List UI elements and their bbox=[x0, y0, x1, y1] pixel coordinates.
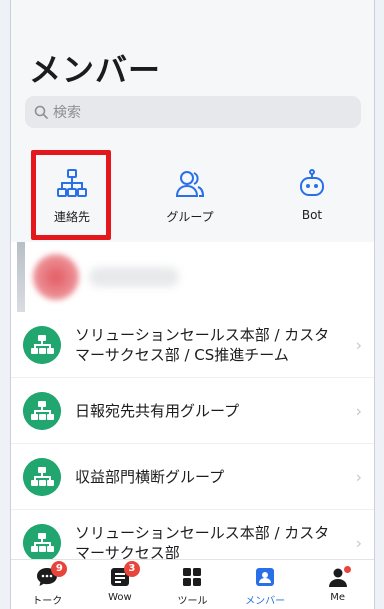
group-name: 日報宛先共有用グループ bbox=[75, 401, 240, 420]
blurred-divider bbox=[17, 242, 25, 312]
group-name: ソリューションセールス本部 / カスタマーサクセス部 bbox=[75, 523, 330, 562]
tab-tools[interactable]: ツール bbox=[162, 566, 222, 607]
chevron-right-icon: › bbox=[355, 533, 362, 552]
chevron-right-icon: › bbox=[355, 401, 362, 420]
group-avatar-icon bbox=[23, 391, 61, 430]
shortcut-bar: 連絡先 グループ Bot bbox=[11, 150, 374, 242]
page-title: メンバー bbox=[29, 51, 162, 89]
group-icon bbox=[175, 171, 205, 197]
background-left bbox=[0, 0, 10, 609]
group-row[interactable]: 日報宛先共有用グループ › bbox=[11, 378, 374, 444]
group-avatar-icon bbox=[23, 457, 61, 496]
shortcut-groups-label: グループ bbox=[166, 210, 214, 224]
search-input[interactable]: 検索 bbox=[25, 96, 361, 128]
group-avatar-icon bbox=[23, 523, 61, 562]
tab-label: Wow bbox=[108, 592, 132, 603]
tab-members[interactable]: メンバー bbox=[235, 566, 295, 607]
search-placeholder: 検索 bbox=[53, 105, 81, 121]
unread-badge: 3 bbox=[123, 561, 140, 577]
group-row[interactable]: ソリューションセールス本部 / カスタマーサクセス部 / CS推進チーム › bbox=[11, 312, 374, 378]
background-right bbox=[375, 0, 384, 609]
unread-badge: 9 bbox=[51, 561, 68, 577]
shortcut-bot-label: Bot bbox=[301, 208, 323, 222]
chevron-right-icon: › bbox=[355, 467, 362, 486]
highlight-annotation bbox=[31, 150, 111, 240]
blurred-member-row[interactable] bbox=[11, 242, 374, 312]
grid-icon bbox=[183, 568, 202, 586]
search-icon bbox=[34, 105, 48, 119]
member-card-icon bbox=[256, 568, 275, 586]
tab-label: メンバー bbox=[245, 596, 286, 607]
group-list: ソリューションセールス本部 / カスタマーサクセス部 / CS推進チーム › 日… bbox=[11, 312, 374, 576]
shortcut-bot[interactable]: Bot bbox=[257, 150, 367, 242]
group-row[interactable]: 収益部門横断グループ › bbox=[11, 444, 374, 510]
tab-label: トーク bbox=[32, 596, 63, 607]
bot-icon bbox=[300, 169, 324, 196]
blurred-avatar bbox=[33, 254, 79, 300]
chevron-right-icon: › bbox=[355, 335, 362, 354]
group-avatar-icon bbox=[23, 325, 61, 364]
tab-label: Me bbox=[330, 592, 346, 603]
tab-talk[interactable]: 9 トーク bbox=[17, 561, 77, 607]
shortcut-groups[interactable]: グループ bbox=[135, 150, 245, 242]
tab-me[interactable]: Me bbox=[308, 566, 368, 603]
group-name: ソリューションセールス本部 / カスタマーサクセス部 / CS推進チーム bbox=[75, 325, 330, 364]
blurred-name bbox=[89, 267, 179, 287]
notification-dot bbox=[343, 566, 351, 573]
tab-label: ツール bbox=[177, 596, 208, 607]
group-name: 収益部門横断グループ bbox=[75, 467, 225, 486]
tab-wow[interactable]: 3 Wow bbox=[90, 561, 150, 603]
phone-screen: メンバー 検索 連絡先 グループ Bot ソリューションセールス本部 / カスタ… bbox=[10, 0, 375, 609]
tab-bar: 9 トーク 3 Wow ツール メンバー Me bbox=[11, 559, 374, 609]
header: メンバー 検索 bbox=[11, 0, 374, 150]
